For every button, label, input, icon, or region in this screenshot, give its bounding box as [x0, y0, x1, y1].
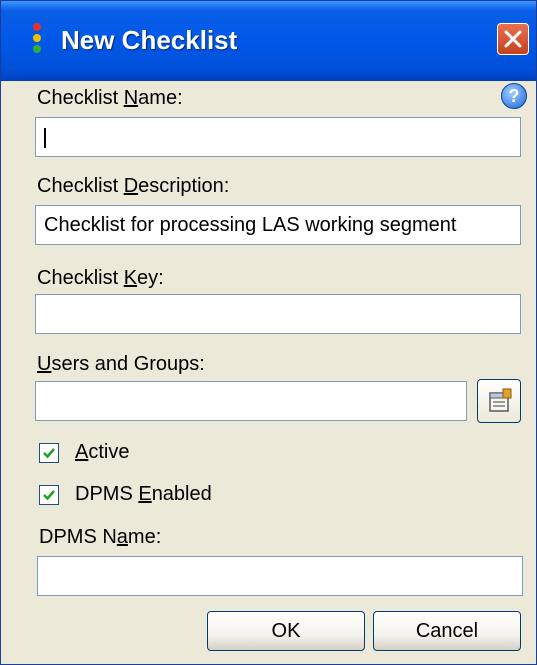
active-checkbox[interactable] — [39, 443, 59, 463]
checkmark-icon — [43, 448, 55, 459]
text-caret — [44, 127, 46, 148]
close-icon — [504, 30, 522, 48]
checklist-name-label: Checklist Name: — [37, 87, 183, 109]
users-picker-button[interactable] — [477, 379, 521, 423]
dpms-name-label: DPMS Name: — [39, 526, 162, 548]
users-and-groups-label: Users and Groups: — [37, 353, 205, 375]
checklist-description-input[interactable]: Checklist for processing LAS working seg… — [35, 205, 521, 245]
dpms-enabled-checkbox[interactable] — [39, 485, 59, 505]
checklist-key-label: Checklist Key: — [37, 267, 164, 289]
dpms-enabled-label[interactable]: DPMS Enabled — [75, 483, 212, 506]
new-checklist-dialog: New Checklist ? Checklist Name: Checklis… — [0, 0, 537, 665]
checklist-description-label: Checklist Description: — [37, 175, 230, 197]
close-button[interactable] — [497, 23, 529, 55]
checklist-key-input[interactable] — [35, 294, 521, 334]
cancel-button[interactable]: Cancel — [373, 611, 521, 651]
active-label[interactable]: Active — [75, 441, 129, 464]
address-book-icon — [489, 388, 512, 412]
checkmark-icon — [43, 490, 55, 501]
users-and-groups-input[interactable] — [35, 381, 467, 421]
dialog-title: New Checklist — [61, 25, 238, 55]
title-bar[interactable]: New Checklist — [1, 1, 536, 81]
checklist-name-input[interactable] — [35, 117, 521, 157]
help-icon[interactable]: ? — [501, 83, 527, 109]
ok-button[interactable]: OK — [207, 611, 365, 651]
traffic-light-icon — [33, 23, 41, 55]
dpms-name-input[interactable] — [37, 556, 523, 596]
